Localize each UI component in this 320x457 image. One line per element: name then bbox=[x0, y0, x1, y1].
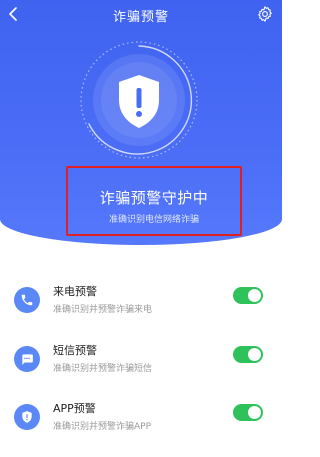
app-alert-toggle[interactable] bbox=[233, 404, 263, 421]
feature-row-sms: 短信预警 准确识别并预警诈骗短信 bbox=[0, 342, 282, 382]
status-title: 诈骗预警守护中 bbox=[99, 189, 209, 207]
status-subtitle: 准确识别电信网络诈骗 bbox=[108, 215, 199, 225]
toggle-knob bbox=[248, 289, 261, 302]
feature-title: 来电预警 bbox=[53, 285, 97, 298]
hero-panel: 诈骗预警 诈骗预警守护中 准确识别电信网络诈骗 bbox=[0, 0, 282, 245]
feature-subtitle: 准确识别并预警诈骗APP bbox=[53, 422, 152, 432]
phone-icon bbox=[14, 287, 40, 313]
protection-indicator bbox=[77, 38, 201, 162]
gear-icon bbox=[258, 6, 272, 22]
settings-button[interactable] bbox=[256, 5, 274, 23]
toggle-knob bbox=[248, 406, 261, 419]
feature-title: APP预警 bbox=[53, 402, 96, 415]
feature-subtitle: 准确识别并预警诈骗短信 bbox=[53, 364, 153, 374]
radar-rings bbox=[80, 41, 198, 159]
toggle-knob bbox=[248, 348, 261, 361]
feature-title: 短信预警 bbox=[53, 344, 97, 357]
app-shield-icon bbox=[14, 404, 40, 430]
feature-row-app: APP预警 准确识别并预警诈骗APP bbox=[0, 400, 282, 440]
call-alert-toggle[interactable] bbox=[233, 287, 263, 304]
page-title: 诈骗预警 bbox=[112, 10, 169, 25]
sms-alert-toggle[interactable] bbox=[233, 346, 263, 363]
status-highlight: 诈骗预警守护中 准确识别电信网络诈骗 bbox=[66, 166, 242, 236]
message-icon bbox=[14, 346, 40, 372]
feature-row-call: 来电预警 准确识别并预警诈骗来电 bbox=[0, 283, 282, 323]
feature-subtitle: 准确识别并预警诈骗来电 bbox=[53, 305, 153, 315]
